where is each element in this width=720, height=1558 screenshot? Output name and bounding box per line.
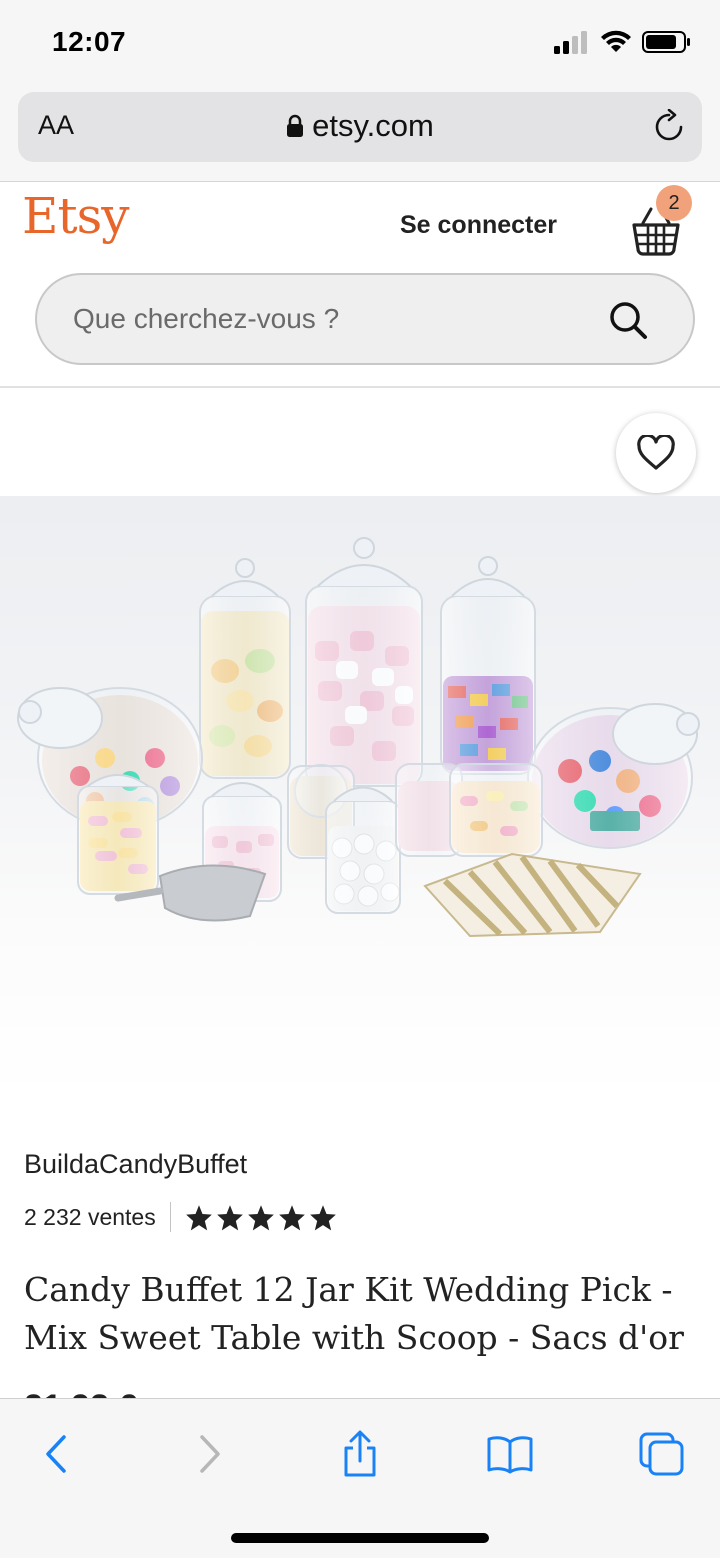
- sales-count: 2 232 ventes: [24, 1203, 156, 1230]
- signal-icon: [554, 31, 587, 54]
- back-icon: [46, 1435, 66, 1473]
- wifi-icon: [601, 30, 631, 52]
- forward-icon: [200, 1435, 220, 1473]
- lock-icon: [287, 114, 304, 137]
- browser-top-bar: AA etsy.com: [0, 90, 720, 182]
- share-icon: [344, 1430, 376, 1477]
- share-button[interactable]: [330, 1429, 390, 1479]
- star-icon: [216, 1204, 243, 1230]
- candy-jars-illustration: [17, 537, 700, 938]
- search-icon[interactable]: [607, 299, 651, 343]
- small-jar-4: [325, 786, 401, 914]
- star-icon: [278, 1204, 305, 1230]
- cart-count-badge: 2: [656, 185, 692, 221]
- back-button[interactable]: [26, 1429, 86, 1479]
- small-jar-6: [449, 763, 543, 857]
- small-jar-1: [77, 774, 159, 895]
- shop-stats: 2 232 ventes: [24, 1202, 337, 1232]
- search-bar[interactable]: Que cherchez-vous ?: [35, 273, 695, 365]
- rating-stars[interactable]: [185, 1204, 337, 1231]
- star-icon: [185, 1204, 212, 1230]
- heart-icon: [637, 435, 675, 470]
- tabs-button[interactable]: [632, 1429, 692, 1479]
- tall-jar-right: [440, 556, 536, 775]
- tall-jar-center: [305, 537, 423, 787]
- url-display[interactable]: etsy.com: [18, 108, 702, 144]
- favorite-button[interactable]: [616, 413, 696, 493]
- browser-toolbar: [0, 1398, 720, 1558]
- status-time: 12:07: [52, 26, 127, 57]
- reload-icon[interactable]: [652, 109, 686, 145]
- url-text: etsy.com: [312, 108, 434, 143]
- signin-link[interactable]: Se connecter: [400, 211, 557, 240]
- home-indicator[interactable]: [231, 1533, 489, 1543]
- listing-title: Candy Buffet 12 Jar Kit Wedding Pick - M…: [24, 1270, 684, 1357]
- bookmarks-icon: [487, 1436, 533, 1474]
- search-input[interactable]: Que cherchez-vous ?: [73, 303, 339, 335]
- tabs-icon: [639, 1432, 684, 1476]
- battery-icon: [642, 31, 690, 53]
- etsy-logo[interactable]: Etsy: [22, 187, 129, 245]
- tall-jar-left: [199, 558, 291, 779]
- product-image[interactable]: [0, 496, 720, 1096]
- bookmarks-button[interactable]: [480, 1429, 540, 1479]
- star-icon: [247, 1204, 274, 1230]
- status-bar: 12:07: [0, 0, 720, 90]
- forward-button[interactable]: [180, 1429, 240, 1479]
- site-header: Etsy Se connecter 2 Que cherchez-vous ?: [0, 183, 720, 388]
- address-bar[interactable]: AA etsy.com: [18, 92, 702, 162]
- status-icons: [554, 30, 692, 54]
- round-jar-right: [527, 703, 700, 849]
- shop-name[interactable]: BuildaCandyBuffet: [24, 1149, 247, 1180]
- star-icon: [309, 1204, 336, 1230]
- striped-bags: [423, 852, 642, 938]
- stats-divider: [169, 1202, 171, 1232]
